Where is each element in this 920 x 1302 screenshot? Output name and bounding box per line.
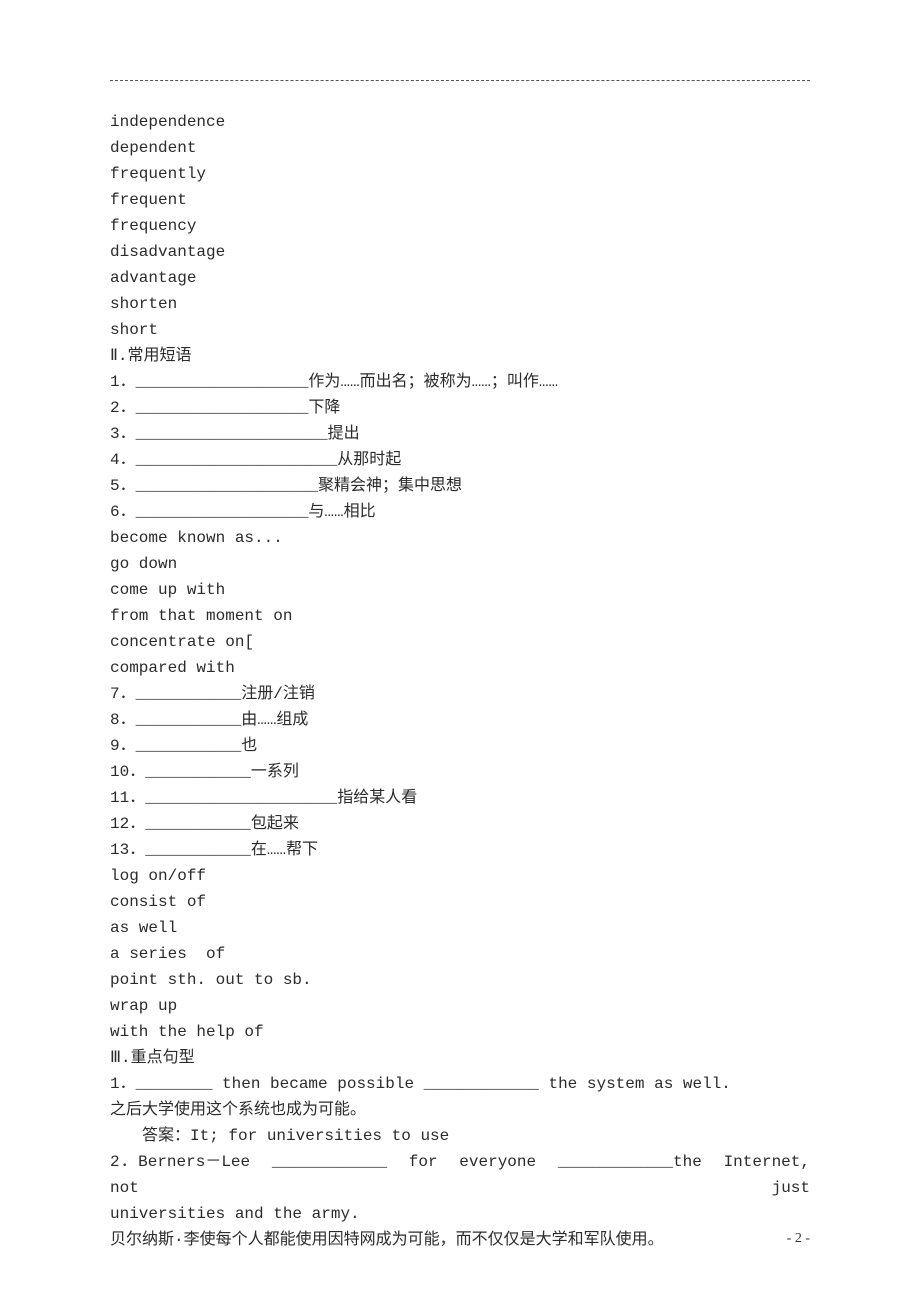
answer-item: a series of bbox=[110, 941, 810, 967]
answer-item: with the help of bbox=[110, 1019, 810, 1045]
answer-item: come up with bbox=[110, 577, 810, 603]
phrase-item: 10．___________一系列 bbox=[110, 759, 810, 785]
question-2-line-b: universities and the army. bbox=[110, 1201, 810, 1227]
answer-item: compared with bbox=[110, 655, 810, 681]
answer-item: log on/off bbox=[110, 863, 810, 889]
phrase-item: 13．___________在……帮下 bbox=[110, 837, 810, 863]
vocab-word: dependent bbox=[110, 135, 810, 161]
question-1-answer: 答案：It; for universities to use bbox=[110, 1123, 810, 1149]
answer-item: wrap up bbox=[110, 993, 810, 1019]
phrase-item: 4．_____________________从那时起 bbox=[110, 447, 810, 473]
answer-item: concentrate on[ bbox=[110, 629, 810, 655]
vocab-word: independence bbox=[110, 109, 810, 135]
vocab-word: short bbox=[110, 317, 810, 343]
phrase-item: 2．__________________下降 bbox=[110, 395, 810, 421]
answer-item: go down bbox=[110, 551, 810, 577]
phrase-item: 6．__________________与……相比 bbox=[110, 499, 810, 525]
phrase-item: 3．____________________提出 bbox=[110, 421, 810, 447]
answer-item: from that moment on bbox=[110, 603, 810, 629]
section-2-title: Ⅱ.常用短语 bbox=[110, 343, 810, 369]
vocab-word: frequency bbox=[110, 213, 810, 239]
answer-item: consist of bbox=[110, 889, 810, 915]
phrase-item: 5．___________________聚精会神；集中思想 bbox=[110, 473, 810, 499]
vocab-word: disadvantage bbox=[110, 239, 810, 265]
question-1: 1．________ then became possible ________… bbox=[110, 1071, 810, 1097]
answer-item: as well bbox=[110, 915, 810, 941]
phrase-item: 9．___________也 bbox=[110, 733, 810, 759]
phrase-item: 8．___________由……组成 bbox=[110, 707, 810, 733]
section-3-title: Ⅲ.重点句型 bbox=[110, 1045, 810, 1071]
question-1-cn: 之后大学使用这个系统也成为可能。 bbox=[110, 1097, 810, 1123]
phrase-item: 11．____________________指给某人看 bbox=[110, 785, 810, 811]
vocab-word: advantage bbox=[110, 265, 810, 291]
phrase-item: 7．___________注册/注销 bbox=[110, 681, 810, 707]
vocab-word: frequent bbox=[110, 187, 810, 213]
page-number: - 2 - bbox=[787, 1231, 810, 1247]
vocab-word: frequently bbox=[110, 161, 810, 187]
question-2-cn: 贝尔纳斯·李使每个人都能使用因特网成为可能，而不仅仅是大学和军队使用。 bbox=[110, 1227, 810, 1253]
question-2-line-a: 2．Berners－Lee ____________ for everyone … bbox=[110, 1149, 810, 1201]
page: independence dependent frequently freque… bbox=[0, 0, 920, 1302]
answer-item: point sth. out to sb. bbox=[110, 967, 810, 993]
header-rule bbox=[110, 80, 810, 81]
answer-item: become known as... bbox=[110, 525, 810, 551]
phrase-item: 1．__________________作为……而出名；被称为……；叫作…… bbox=[110, 369, 810, 395]
phrase-item: 12．___________包起来 bbox=[110, 811, 810, 837]
vocab-word: shorten bbox=[110, 291, 810, 317]
